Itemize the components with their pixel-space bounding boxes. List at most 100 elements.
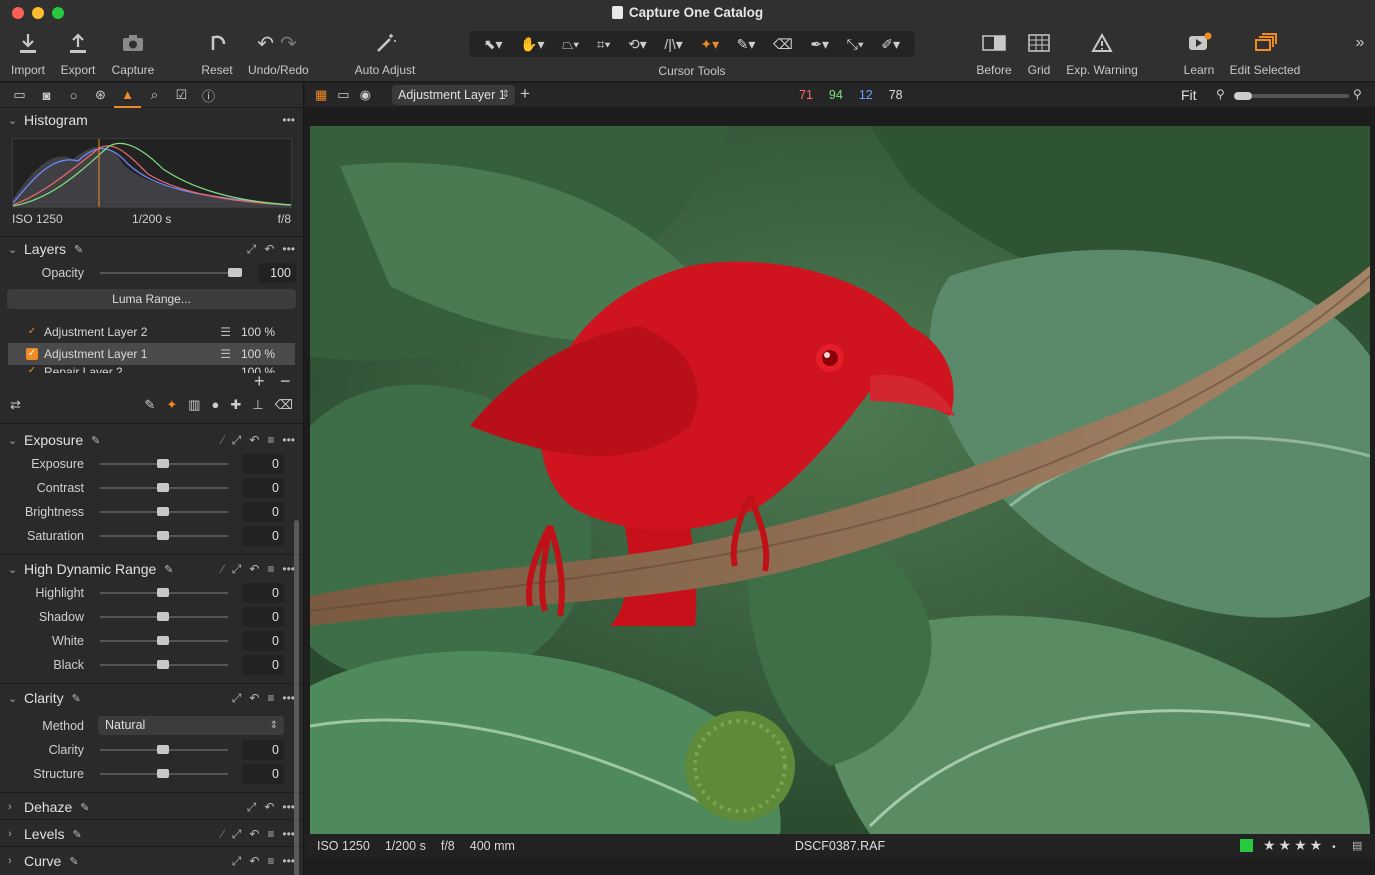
clarity-value[interactable]: 0 (242, 740, 284, 760)
layers-header[interactable]: ⌄ Layers ✎ ⤢ ↶ ••• (0, 237, 303, 261)
radial-gradient-icon[interactable]: ● (212, 397, 220, 413)
select-cursor-icon[interactable]: ⬉▾ (484, 36, 503, 53)
magic-brush-icon[interactable]: ✦ (166, 397, 177, 413)
clarity-slider[interactable] (100, 745, 228, 754)
auto-adjust-button[interactable]: Auto Adjust (354, 28, 416, 77)
list-view-icon[interactable]: ▤ (1352, 839, 1362, 852)
reset-tool-icon[interactable]: ↶ (249, 854, 259, 869)
undo-redo-button[interactable]: ↶ ↷ Undo/Redo (248, 28, 309, 78)
zoom-slider[interactable] (1234, 92, 1349, 100)
exposure-value[interactable]: 0 (242, 454, 284, 474)
slider-knob[interactable] (157, 507, 169, 516)
reset-tool-icon[interactable]: ↶ (264, 242, 274, 257)
capture-button[interactable]: Capture (110, 28, 156, 77)
reset-tool-icon[interactable]: ↶ (249, 691, 259, 706)
star-rating[interactable]: ★★★★ • (1263, 837, 1339, 854)
crop-icon[interactable]: ⌗▾ (597, 36, 611, 53)
slider-knob[interactable] (157, 769, 169, 778)
saturation-value[interactable]: 0 (242, 526, 284, 546)
slider-knob[interactable] (157, 636, 169, 645)
annotate-icon[interactable]: ✐▾ (881, 36, 900, 53)
zoom-fit-label[interactable]: Fit (1181, 87, 1197, 103)
reset-tool-icon[interactable]: ↶ (249, 433, 259, 448)
keystone-icon[interactable]: /|\▾ (664, 36, 682, 53)
expand-icon[interactable]: ⤢ (232, 854, 242, 869)
panel-scrollbar[interactable] (294, 520, 299, 875)
exposure-tab-icon[interactable]: ▲ (114, 83, 141, 108)
dehaze-header[interactable]: › Dehaze ✎ ⤢ ↶ ••• (0, 795, 303, 819)
luma-range-button[interactable]: Luma Range... (7, 289, 296, 309)
eraser-icon[interactable]: ⌫ (275, 397, 293, 413)
before-button[interactable]: Before (975, 28, 1013, 77)
white-slider[interactable] (100, 636, 228, 645)
histogram-header[interactable]: ⌄ Histogram ••• (0, 108, 303, 132)
zoom-out-icon[interactable]: ⚲ (1216, 87, 1225, 101)
redo-icon[interactable]: ↷ (280, 31, 297, 56)
contrast-slider[interactable] (100, 483, 228, 492)
method-select[interactable]: Natural ⇕ (98, 716, 284, 735)
slider-knob[interactable] (157, 459, 169, 468)
menu-icon[interactable]: ≡ (267, 691, 274, 706)
menu-icon[interactable]: ≡ (267, 433, 274, 448)
color-tag-green[interactable] (1240, 839, 1253, 852)
layer-adjust-icon[interactable]: ☰ (220, 325, 231, 339)
black-slider[interactable] (100, 660, 228, 669)
menu-icon[interactable]: ≡ (267, 562, 274, 577)
picker-icon[interactable]: ⁄ (222, 562, 224, 577)
swap-icon[interactable]: ⇄ (10, 397, 21, 413)
single-view-icon[interactable]: ▭ (337, 87, 349, 103)
slider-knob[interactable] (157, 745, 169, 754)
exposure-header[interactable]: ⌄ Exposure ✎ ⁄ ⤢ ↶ ≡ ••• (0, 428, 303, 452)
expand-icon[interactable]: ⤢ (232, 433, 242, 448)
metadata-tab-icon[interactable]: ⓘ (195, 86, 222, 105)
toolbar-overflow-icon[interactable]: » (1350, 34, 1370, 52)
color-tab-icon[interactable]: ⊛ (87, 87, 114, 103)
add-layer-icon[interactable]: + (520, 84, 530, 104)
photo-canvas[interactable] (310, 126, 1370, 834)
grid-button[interactable]: Grid (1022, 28, 1056, 77)
white-value[interactable]: 0 (242, 631, 284, 651)
clarity-header[interactable]: ⌄ Clarity ✎ ⤢ ↶ ≡ ••• (0, 686, 303, 710)
exposure-warning-button[interactable]: Exp. Warning (1066, 28, 1138, 77)
layer-adjust-icon[interactable]: ☰ (220, 347, 231, 361)
slider-knob[interactable] (157, 531, 169, 540)
menu-icon[interactable]: ≡ (267, 854, 274, 869)
contrast-value[interactable]: 0 (242, 478, 284, 498)
slider-knob[interactable] (157, 483, 169, 492)
expand-icon[interactable]: ⤢ (232, 691, 242, 706)
eraser-icon[interactable]: ⌫ (773, 36, 793, 53)
magic-brush-icon[interactable]: ✦▾ (700, 36, 719, 53)
curve-header[interactable]: › Curve ✎ ⤢ ↶ ≡ ••• (0, 849, 303, 873)
edit-selected-button[interactable]: Edit Selected (1228, 28, 1302, 77)
add-layer-icon[interactable]: + (254, 371, 265, 392)
clone-stamp-icon[interactable]: ⊥ (252, 397, 263, 413)
exposure-slider[interactable] (100, 459, 228, 468)
checkmark-icon[interactable]: ✓ (26, 365, 38, 373)
opacity-value[interactable]: 100 (258, 263, 296, 283)
checkbox-icon[interactable]: ✓ (26, 348, 38, 360)
rotate-icon[interactable]: ⟲▾ (628, 36, 647, 53)
picker-icon[interactable]: ⁄ (222, 433, 224, 448)
adjustments-tab-icon[interactable]: ☑ (168, 87, 195, 103)
multi-view-icon[interactable]: ▦ (315, 87, 327, 103)
remove-layer-icon[interactable]: − (280, 371, 291, 392)
linear-gradient-icon[interactable]: ▥ (188, 397, 200, 413)
undo-icon[interactable]: ↶ (257, 31, 274, 56)
color-picker-icon[interactable]: ✒▾ (810, 36, 829, 53)
picker-icon[interactable]: ⁄ (222, 827, 224, 842)
preview-eye-icon[interactable]: ◉ (360, 87, 371, 103)
library-tab-icon[interactable]: ▭ (6, 87, 33, 103)
perspective-icon[interactable]: ⏢▾ (562, 36, 579, 53)
shadow-value[interactable]: 0 (242, 607, 284, 627)
reset-tool-icon[interactable]: ↶ (249, 562, 259, 577)
highlight-slider[interactable] (100, 588, 228, 597)
layer-item[interactable]: ✓ Repair Layer 2 100 % (8, 365, 295, 373)
highlight-value[interactable]: 0 (242, 583, 284, 603)
image-viewer[interactable] (305, 109, 1375, 834)
heal-icon[interactable]: ✚ (230, 397, 241, 413)
slider-knob[interactable] (157, 612, 169, 621)
slider-knob[interactable] (157, 588, 169, 597)
more-options-icon[interactable]: ••• (282, 113, 295, 127)
brush-icon[interactable]: ✎ (144, 397, 155, 413)
white-balance-picker-icon[interactable]: ⤡▾ (847, 36, 864, 53)
